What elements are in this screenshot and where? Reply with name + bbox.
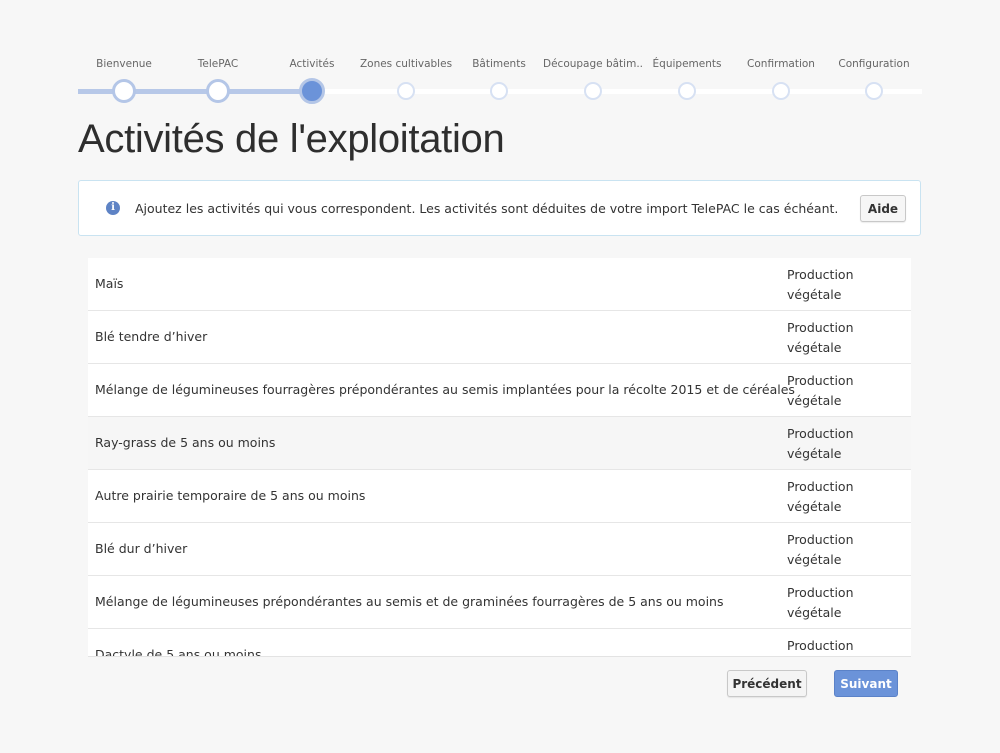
step-dot <box>584 82 602 100</box>
info-alert: i Ajoutez les activités qui vous corresp… <box>78 180 921 236</box>
activity-name: Blé tendre d’hiver <box>95 329 208 344</box>
step-dot-done <box>112 79 136 103</box>
info-icon: i <box>106 201 120 215</box>
table-row[interactable]: Maïs Production végétale <box>88 258 911 311</box>
activity-type: Production végétale <box>787 320 854 355</box>
step-dot <box>772 82 790 100</box>
step-dot-done <box>206 79 230 103</box>
table-row[interactable]: Blé tendre d’hiver Production végétale <box>88 311 911 364</box>
step-equipements[interactable]: Équipements <box>637 56 737 100</box>
activities-table[interactable]: Maïs Production végétale Blé tendre d’hi… <box>88 258 911 657</box>
step-label: Configuration <box>838 58 910 70</box>
activity-name: Ray-grass de 5 ans ou moins <box>95 435 276 450</box>
page-title: Activités de l'exploitation <box>78 117 505 161</box>
step-label: Découpage bâtim... <box>543 58 643 70</box>
activity-name: Mélange de légumineuses prépondérantes a… <box>95 594 724 609</box>
activity-type: Production végétale <box>787 585 854 620</box>
next-button[interactable]: Suivant <box>834 670 898 697</box>
activity-type: Production végétale <box>787 532 854 567</box>
step-label: TelePAC <box>197 58 239 70</box>
help-button[interactable]: Aide <box>860 195 906 222</box>
step-dot <box>678 82 696 100</box>
activity-name: Autre prairie temporaire de 5 ans ou moi… <box>95 488 366 503</box>
activity-type: Production végétale <box>787 267 854 302</box>
activity-name: Dactyle de 5 ans ou moins <box>95 647 262 657</box>
activity-type: Production végétale <box>787 426 854 461</box>
step-label: Équipements <box>652 58 722 70</box>
step-label: Activités <box>289 58 335 70</box>
step-label: Confirmation <box>747 58 815 70</box>
step-configuration[interactable]: Configuration <box>824 56 924 100</box>
step-label: Bâtiments <box>472 58 526 70</box>
activity-name: Mélange de légumineuses fourragères prép… <box>95 382 795 397</box>
table-row[interactable]: Blé dur d’hiver Production végétale <box>88 523 911 576</box>
activity-type: Production végétale <box>787 479 854 514</box>
activity-name: Blé dur d’hiver <box>95 541 188 556</box>
step-label: Bienvenue <box>96 58 152 70</box>
step-decoupage-batiments[interactable]: Découpage bâtim... <box>543 56 643 100</box>
activity-type: Production végétale <box>787 373 854 408</box>
step-dot <box>865 82 883 100</box>
step-label: Zones cultivables <box>359 58 453 70</box>
step-batiments[interactable]: Bâtiments <box>449 56 549 100</box>
table-row-hovered[interactable]: Ray-grass de 5 ans ou moins Production v… <box>88 417 911 470</box>
step-bienvenue[interactable]: Bienvenue <box>74 56 174 103</box>
activity-type: Production végétale <box>787 638 854 653</box>
step-zones-cultivables[interactable]: Zones cultivables <box>356 56 456 100</box>
table-row[interactable]: Mélange de légumineuses fourragères prép… <box>88 364 911 417</box>
step-telepac[interactable]: TelePAC <box>168 56 268 103</box>
table-row[interactable]: Mélange de légumineuses prépondérantes a… <box>88 576 911 629</box>
previous-button[interactable]: Précédent <box>727 670 807 697</box>
info-text: Ajoutez les activités qui vous correspon… <box>135 201 839 216</box>
wizard-stepper: Bienvenue TelePAC Activités Zones cultiv… <box>78 56 922 106</box>
step-activites[interactable]: Activités <box>262 56 362 104</box>
step-dot <box>490 82 508 100</box>
table-row[interactable]: Dactyle de 5 ans ou moins Production vég… <box>88 629 911 657</box>
table-row[interactable]: Autre prairie temporaire de 5 ans ou moi… <box>88 470 911 523</box>
step-dot-current <box>299 78 325 104</box>
step-dot <box>397 82 415 100</box>
activity-name: Maïs <box>95 276 124 291</box>
step-confirmation[interactable]: Confirmation <box>731 56 831 100</box>
